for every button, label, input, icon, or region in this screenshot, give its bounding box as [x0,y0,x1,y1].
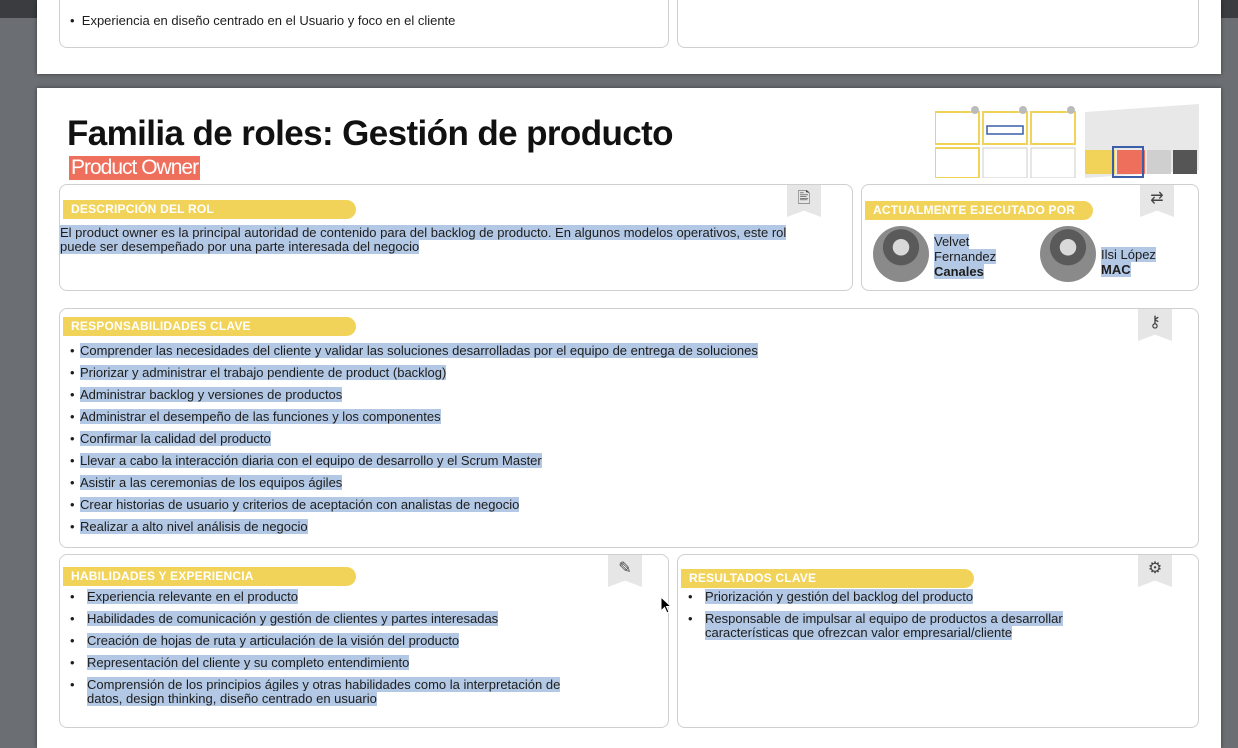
list-item: • Experiencia relevante en el producto [70,589,299,604]
list-item-text: Comprensión de los principios ágiles y o… [87,677,561,692]
list-item: • Representación del cliente y su complet… [70,655,410,670]
section-heading: DESCRIPCIÓN DEL ROL [63,200,356,219]
list-item-text: Representación del cliente y su completo… [87,655,410,670]
slide-thumbnail [934,104,1201,179]
section-heading: RESULTADOS CLAVE [681,569,974,588]
key-icon: ⚷ [1138,309,1172,341]
list-item-text: Asistir a las ceremonias de los equipos … [80,475,343,490]
key-responsibilities-card: RESPONSABILIDADES CLAVE ⚷ • Comprender la… [59,308,1199,548]
list-item: • Priorización y gestión del backlog del … [688,589,974,604]
section-heading: ACTUALMENTE EJECUTADO POR [865,201,1093,220]
person-last-name: Canales [934,264,984,279]
list-item: • Llevar a cabo la interacción diaria con… [70,453,542,468]
document-page: Familia de roles: Gestión de producto Pr… [37,88,1221,748]
person-arrows-icon: ⇄ [1140,185,1174,217]
role-description-text: El product owner es la principal autorid… [60,225,800,254]
list-item: • Crear historias de usuario y criterios … [70,497,520,512]
person-org: MAC [1101,262,1131,277]
page-subtitle: Product Owner [69,156,201,180]
list-item-text-cont: datos, design thinking, diseño centrado … [87,691,377,706]
avatar [1040,226,1096,282]
thumbnail-graphic [934,104,1199,179]
list-item-text: Administrar el desempeño de las funcione… [80,409,441,424]
list-item-text: Habilidades de comunicación y gestión de… [87,611,499,626]
list-item: • Confirmar la calidad del producto [70,431,271,446]
section-heading: RESPONSABILIDADES CLAVE [63,317,356,336]
list-item-text: Responsable de impulsar al equipo de pro… [705,611,1063,626]
list-item: • Administrar backlog y versiones de prod… [70,387,343,402]
list-item: • Realizar a alto nivel análisis de negoc… [70,519,308,534]
list-item-text: Priorizar y administrar el trabajo pendi… [80,365,447,380]
key-results-card: RESULTADOS CLAVE ⚙ • Priorización y gesti… [677,554,1199,728]
document-edit-icon: 🖹 [787,185,821,217]
role-description-card: DESCRIPCIÓN DEL ROL 🖹 El product owner e… [59,184,853,291]
list-item-text: Crear historias de usuario y criterios d… [80,497,520,512]
list-item: • Asistir a las ceremonias de los equipos… [70,475,343,490]
list-item-text: Experiencia relevante en el producto [87,589,299,604]
network-icon: ⚙ [1138,555,1172,587]
results-list: • Priorización y gestión del backlog del … [678,589,1063,640]
person-ilsi: Ilsi López MAC [1101,247,1156,277]
person-first-name: Velvet [934,234,970,249]
list-item-text: Confirmar la calidad del producto [80,431,271,446]
prev-bullet: • Experiencia en diseño centrado en el U… [70,13,455,28]
skills-experience-card: HABILIDADES Y EXPERIENCIA ✎ • Experiencia… [59,554,669,728]
mouse-cursor-icon [660,596,672,614]
list-item-text: Administrar backlog y versiones de produ… [80,387,343,402]
skills-list: • Experiencia relevante en el producto • H… [60,589,561,706]
bullet-dot: • [70,13,82,28]
previous-page: • Experiencia en diseño centrado en el U… [37,0,1221,74]
list-item: • Creación de hojas de ruta y articulació… [70,633,460,648]
list-item: • Responsable de impulsar al equipo de pr… [688,611,1063,640]
list-item-text-cont: características que ofrezcan valor empre… [705,625,1013,640]
list-item: • Habilidades de comunicación y gestión d… [70,611,499,626]
role-description-content: El product owner es la principal autorid… [60,225,787,254]
avatar [873,226,929,282]
prev-card-right [677,0,1199,48]
person-middle-name: Fernandez [934,249,997,264]
list-item-text: Comprender las necesidades del cliente y… [80,343,758,358]
list-item-text: Llevar a cabo la interacción diaria con … [80,453,542,468]
prev-bullet-text: Experiencia en diseño centrado en el Usu… [81,13,456,28]
person-name: Ilsi López [1101,247,1156,262]
list-item-text: Realizar a alto nivel análisis de negoci… [80,519,308,534]
responsibilities-list: • Comprender las necesidades del cliente … [70,343,758,542]
page-title: Familia de roles: Gestión de producto [67,114,674,153]
list-item-text: Priorización y gestión del backlog del p… [705,589,974,604]
list-item: • Administrar el desempeño de las funcion… [70,409,441,424]
prev-card-left: • Experiencia en diseño centrado en el U… [59,0,669,48]
tools-cup-icon: ✎ [608,555,642,587]
list-item-text: Creación de hojas de ruta y articulación… [87,633,460,648]
list-item: • Priorizar y administrar el trabajo pend… [70,365,447,380]
person-velvet: Velvet Fernandez Canales [934,234,997,279]
list-item: • Comprender las necesidades del cliente … [70,343,758,358]
executed-by-card: ACTUALMENTE EJECUTADO POR ⇄ Velvet Ferna… [861,184,1199,291]
section-heading: HABILIDADES Y EXPERIENCIA [63,567,356,586]
list-item: • Comprensión de los principios ágiles y … [70,677,561,706]
